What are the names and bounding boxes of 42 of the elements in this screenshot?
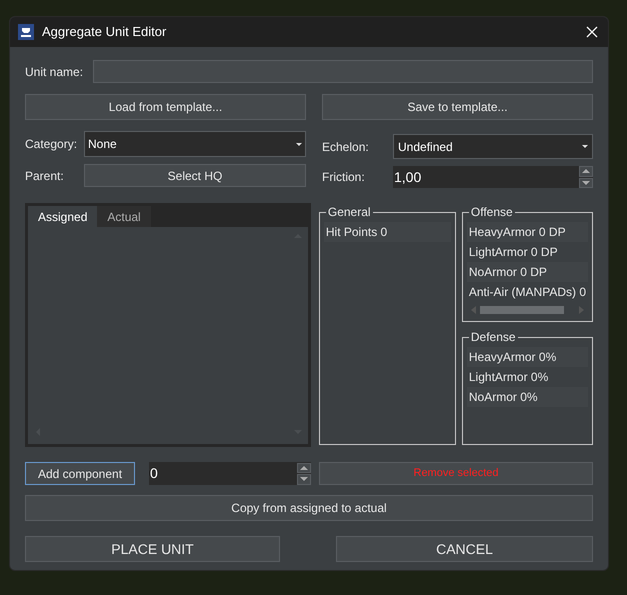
close-button[interactable] (584, 24, 600, 40)
friction-spinbox[interactable]: 1,00 (393, 166, 593, 188)
select-hq-button[interactable]: Select HQ (84, 164, 306, 187)
stat-row: HeavyArmor 0% (466, 347, 588, 367)
spin-up-button[interactable] (579, 166, 593, 176)
scroll-right-icon[interactable] (579, 306, 584, 314)
field-label: Category: (25, 136, 78, 153)
tab[interactable]: Actual (97, 206, 151, 227)
up-arrow-icon (582, 169, 590, 174)
group-title: Defense (468, 330, 518, 344)
caret-icon (582, 145, 588, 148)
template-button[interactable]: Load from template... (25, 94, 306, 120)
stat-row: HeavyArmor 0 DP (466, 222, 588, 242)
spin-down-button[interactable] (297, 474, 311, 484)
spin-up-button[interactable] (297, 462, 311, 473)
caret-icon (296, 142, 302, 146)
copy-button[interactable]: Copy from assigned to actual (25, 495, 593, 521)
count-spinbox[interactable]: 0 (149, 462, 311, 485)
down-arrow-icon (300, 477, 308, 482)
group-title: General (326, 205, 373, 219)
footer-button[interactable]: CANCEL (336, 536, 593, 562)
spin-down-button[interactable] (579, 178, 593, 188)
field-label: Friction: (322, 169, 366, 186)
window-title: Aggregate Unit Editor (42, 23, 166, 42)
app-logo-icon (18, 24, 34, 40)
field-label: Unit name: (25, 64, 84, 80)
echelon-dropdown[interactable]: Undefined (393, 134, 593, 159)
unit-name-field[interactable] (93, 60, 593, 83)
scroll-left-icon[interactable] (470, 306, 476, 314)
down-arrow-icon (582, 180, 590, 185)
field-label: Parent: (25, 168, 65, 184)
stat-row: NoArmor 0 DP (466, 262, 588, 282)
field-label: Echelon: (322, 138, 370, 156)
stat-row: Hit Points 0 (324, 222, 451, 242)
footer-button[interactable]: PLACE UNIT (25, 536, 280, 562)
category-dropdown[interactable]: None (84, 131, 306, 157)
template-button[interactable]: Save to template... (322, 94, 593, 120)
add-component-button[interactable]: Add component (25, 462, 135, 485)
stat-row: NoArmor 0% (466, 387, 588, 407)
tab[interactable]: Assigned (28, 206, 98, 227)
group-title: Offense (468, 205, 515, 219)
up-arrow-icon (300, 466, 308, 470)
